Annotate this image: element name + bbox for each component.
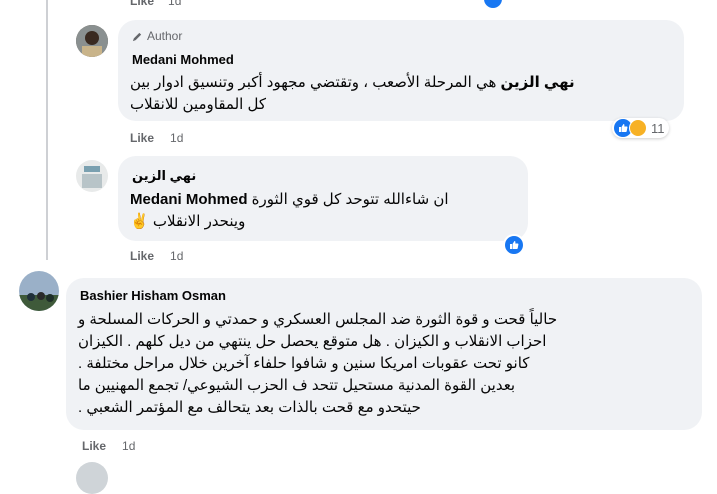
pen-icon <box>132 32 142 41</box>
comment-meta-2: Like 1d <box>130 249 183 263</box>
comment-text: نهي الزين هي المرحلة الأصعب ، وتقتضي مجه… <box>130 74 575 113</box>
timestamp: 1d <box>170 131 184 145</box>
like-reaction-icon[interactable] <box>503 234 525 256</box>
comment-bubble-2: نهي الزين ان شاءالله تتوحد كل قوي الثورة… <box>118 156 528 241</box>
timestamp: 1d <box>170 249 184 263</box>
avatar-medani[interactable] <box>76 25 108 57</box>
care-reaction-icon <box>629 119 647 137</box>
like-button[interactable]: Like <box>130 249 154 263</box>
commenter-name[interactable]: Bashier Hisham Osman <box>80 288 226 303</box>
timestamp: 1d <box>122 439 136 453</box>
avatar-nuhi[interactable] <box>76 160 108 192</box>
timestamp: 1d <box>168 0 182 8</box>
like-button[interactable]: Like <box>130 131 154 145</box>
comment-text: ان شاءالله تتوحد كل قوي الثورة Medani Mo… <box>130 191 449 230</box>
avatar-photo-icon <box>76 25 108 57</box>
comment-bubble-3: Bashier Hisham Osman حالياً قحت و قوة ال… <box>66 278 702 430</box>
top-meta-row: Like 1d <box>130 0 181 8</box>
avatar-photo-icon <box>19 271 59 311</box>
comment-meta-1: Like 1d <box>130 131 183 145</box>
top-like-reaction-icon[interactable] <box>484 0 502 8</box>
thread-line <box>46 0 48 260</box>
like-button[interactable]: Like <box>82 439 106 453</box>
commenter-name[interactable]: نهي الزين <box>132 168 196 184</box>
comment-bubble-1: Author Medani Mohmed نهي الزين هي المرحل… <box>118 20 684 121</box>
like-button[interactable]: Like <box>130 0 154 8</box>
avatar-bashier[interactable] <box>19 271 59 311</box>
mention-tag[interactable]: نهي الزين <box>501 74 575 91</box>
avatar-photo-icon <box>76 160 108 192</box>
comment-text: حالياً قحت و قوة الثورة ضد المجلس العسكر… <box>78 311 558 416</box>
reaction-count: 11 <box>651 120 665 136</box>
comment-meta-3: Like 1d <box>82 439 135 453</box>
reaction-summary[interactable]: 11 <box>612 118 669 138</box>
mention-tag[interactable]: Medani Mohmed <box>130 191 248 208</box>
avatar-next[interactable] <box>76 462 108 494</box>
author-badge: Author <box>132 29 182 43</box>
commenter-name[interactable]: Medani Mohmed <box>132 52 234 67</box>
